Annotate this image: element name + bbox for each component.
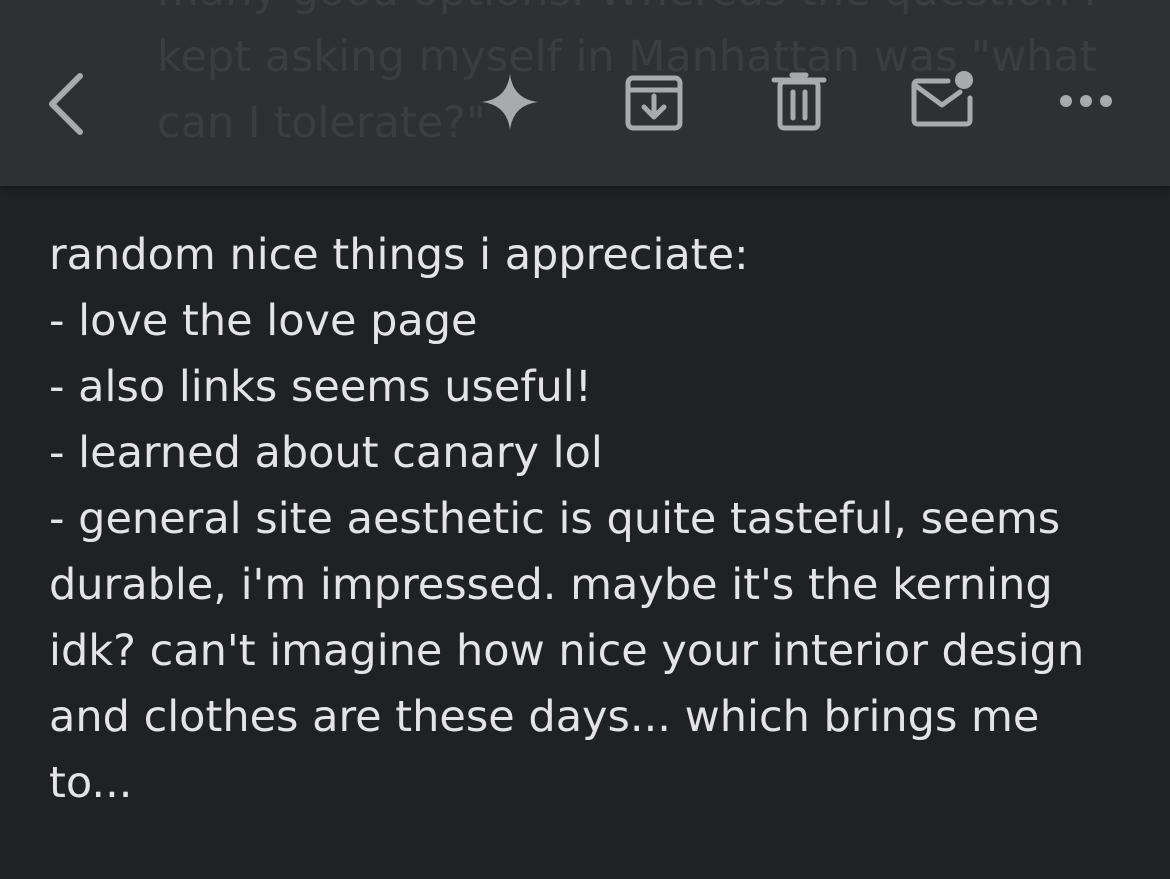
mark-unread-icon <box>911 71 973 127</box>
message-line: - also links seems useful! <box>49 362 592 412</box>
message-line: to... <box>49 758 133 808</box>
archive-icon <box>625 75 683 131</box>
top-toolbar: many good options. Whereas the question … <box>0 0 1170 186</box>
mark-unread-button[interactable] <box>904 64 980 132</box>
message-line: idk? can't imagine how nice your interio… <box>49 626 1085 676</box>
message-body: random nice things i appreciate: - love … <box>49 222 1139 816</box>
delete-button[interactable] <box>768 70 830 136</box>
more-horizontal-icon <box>1060 95 1112 107</box>
message-line: - general site aesthetic is quite tastef… <box>49 494 1061 544</box>
message-line: durable, i'm impressed. maybe it's the k… <box>49 560 1053 610</box>
trash-icon <box>771 72 827 131</box>
message-line: - love the love page <box>49 296 478 346</box>
more-button[interactable] <box>1056 86 1116 116</box>
message-line: - learned about canary lol <box>49 428 603 478</box>
sparkle-icon <box>482 74 538 130</box>
sparkle-button[interactable] <box>478 70 542 134</box>
archive-button[interactable] <box>620 70 688 136</box>
back-button[interactable] <box>40 68 92 140</box>
message-line: and clothes are these days... which brin… <box>49 692 1040 742</box>
message-line: random nice things i appreciate: <box>49 230 749 280</box>
chevron-left-icon <box>49 73 83 135</box>
